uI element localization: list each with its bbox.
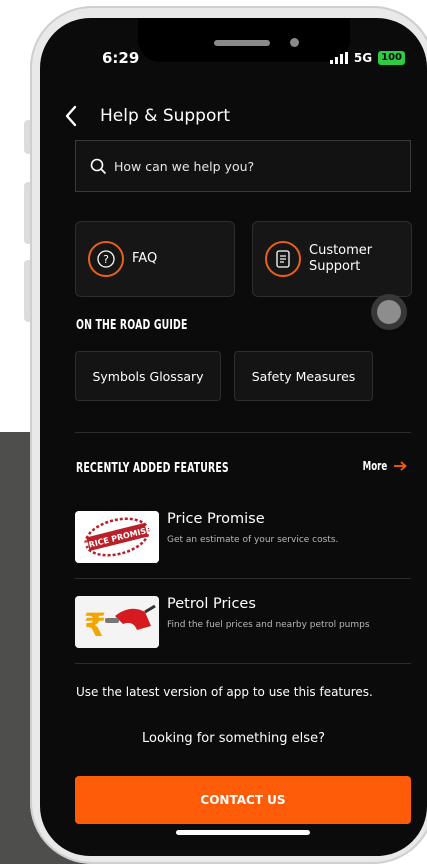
signal-icon — [329, 52, 348, 64]
svg-text:₹: ₹ — [84, 606, 106, 644]
update-note: Use the latest version of app to use thi… — [76, 685, 373, 699]
petrol-prices-thumbnail: ₹ — [75, 596, 159, 648]
status-time: 6:29 — [102, 49, 140, 67]
price-promise-thumbnail: PRICE PROMISE — [75, 511, 159, 563]
contact-us-button[interactable]: CONTACT US — [75, 776, 411, 824]
customer-support-card[interactable]: Customer Support — [252, 221, 412, 297]
faq-label: FAQ — [132, 251, 158, 266]
header: Help & Support — [64, 104, 230, 128]
customer-support-label: Customer Support — [309, 243, 372, 275]
notch — [138, 18, 350, 62]
price-promise-item[interactable]: PRICE PROMISE Price Promise Get an estim… — [75, 511, 415, 563]
back-arrow-icon[interactable] — [64, 104, 78, 128]
petrol-prices-description: Find the fuel prices and nearby petrol p… — [167, 620, 370, 630]
safety-measures-chip[interactable]: Safety Measures — [234, 351, 373, 401]
app-screen: 6:29 5G 100 Help & Support ? FAQ — [40, 18, 427, 856]
faq-card[interactable]: ? FAQ — [75, 221, 235, 297]
price-promise-stamp: PRICE PROMISE — [75, 511, 159, 563]
more-link[interactable]: More — [353, 459, 407, 473]
recent-features-heading: RECENTLY ADDED FEATURES — [76, 461, 229, 476]
petrol-prices-item[interactable]: ₹ Petrol Prices Find the fuel prices and… — [75, 596, 415, 648]
search-icon — [90, 158, 106, 174]
camera — [290, 38, 299, 47]
battery-icon: 100 — [378, 51, 405, 65]
network-label: 5G — [353, 51, 373, 65]
section-divider — [75, 432, 411, 433]
petrol-prices-title: Petrol Prices — [167, 596, 256, 612]
assistive-touch-button[interactable] — [371, 294, 407, 330]
home-indicator — [176, 830, 310, 835]
symbols-glossary-chip[interactable]: Symbols Glossary — [75, 351, 221, 401]
question-icon: ? — [88, 241, 124, 277]
more-label: More — [362, 459, 387, 473]
feature-divider-2 — [75, 663, 411, 664]
price-promise-title: Price Promise — [167, 511, 265, 527]
page-title: Help & Support — [100, 106, 231, 126]
search-box[interactable] — [75, 140, 411, 192]
road-guide-heading: ON THE ROAD GUIDE — [76, 318, 188, 333]
arrow-right-icon — [394, 461, 407, 471]
search-input[interactable] — [112, 157, 410, 175]
speaker — [214, 40, 270, 46]
document-icon — [265, 241, 301, 277]
customer-support-label-line2: Support — [309, 259, 361, 274]
price-promise-description: Get an estimate of your service costs. — [167, 535, 339, 545]
svg-text:?: ? — [103, 253, 109, 266]
status-indicators: 5G 100 — [329, 51, 405, 65]
feature-divider — [75, 578, 411, 579]
looking-prompt: Looking for something else? — [142, 731, 325, 746]
customer-support-label-line1: Customer — [309, 243, 373, 258]
fuel-pump-icon: ₹ — [75, 596, 159, 648]
